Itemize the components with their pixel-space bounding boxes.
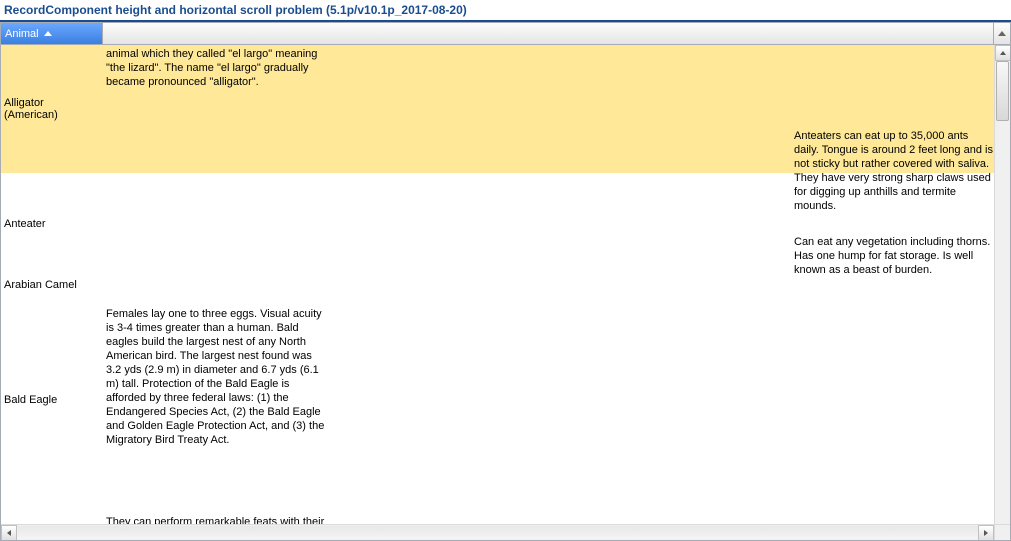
sort-ascending-icon bbox=[44, 31, 52, 36]
cell-description: Can eat any vegetation including thorns.… bbox=[794, 235, 994, 277]
cell-description: They can perform remarkable feats with t… bbox=[103, 505, 333, 524]
horizontal-scrollbar[interactable] bbox=[1, 524, 994, 540]
cell-animal: Alligator (American) bbox=[1, 45, 103, 173]
scroll-right-button[interactable] bbox=[978, 525, 994, 540]
table-row[interactable]: Arabian Camel bbox=[1, 275, 994, 295]
grid-header: Animal bbox=[1, 23, 1010, 45]
scroll-corner bbox=[994, 524, 1010, 540]
cell-animal: Bald Eagle bbox=[1, 295, 103, 505]
page-title: RecordComponent height and horizontal sc… bbox=[0, 0, 1011, 22]
scroll-left-button[interactable] bbox=[1, 525, 17, 540]
table-row[interactable]: Bald Eagle Females lay one to three eggs… bbox=[1, 295, 994, 505]
cell-animal bbox=[1, 505, 103, 524]
list-grid: Animal Alligator (American) animal which… bbox=[0, 22, 1011, 541]
chevron-left-icon bbox=[7, 530, 11, 536]
column-header-animal[interactable]: Animal bbox=[1, 23, 103, 44]
grid-scroll-top-button[interactable] bbox=[994, 23, 1010, 44]
column-header-blank[interactable] bbox=[103, 23, 994, 44]
cell-description: Anteaters can eat up to 35,000 ants dail… bbox=[794, 129, 994, 213]
cell-description: Females lay one to three eggs. Visual ac… bbox=[103, 295, 333, 505]
grid-body: Alligator (American) animal which they c… bbox=[1, 45, 1010, 540]
chevron-up-icon bbox=[1000, 51, 1006, 55]
scroll-up-button[interactable] bbox=[995, 45, 1010, 61]
chevron-right-icon bbox=[984, 530, 988, 536]
cell-animal: Arabian Camel bbox=[1, 275, 103, 295]
chevron-up-icon bbox=[998, 31, 1006, 36]
column-header-label: Animal bbox=[5, 28, 39, 40]
scroll-track[interactable] bbox=[17, 526, 978, 539]
cell-description: animal which they called "el largo" mean… bbox=[103, 45, 333, 173]
scroll-thumb[interactable] bbox=[996, 61, 1009, 121]
grid-viewport[interactable]: Alligator (American) animal which they c… bbox=[1, 45, 994, 524]
cell-animal: Anteater bbox=[1, 173, 103, 275]
table-row[interactable]: They can perform remarkable feats with t… bbox=[1, 505, 994, 524]
vertical-scrollbar[interactable] bbox=[994, 45, 1010, 524]
